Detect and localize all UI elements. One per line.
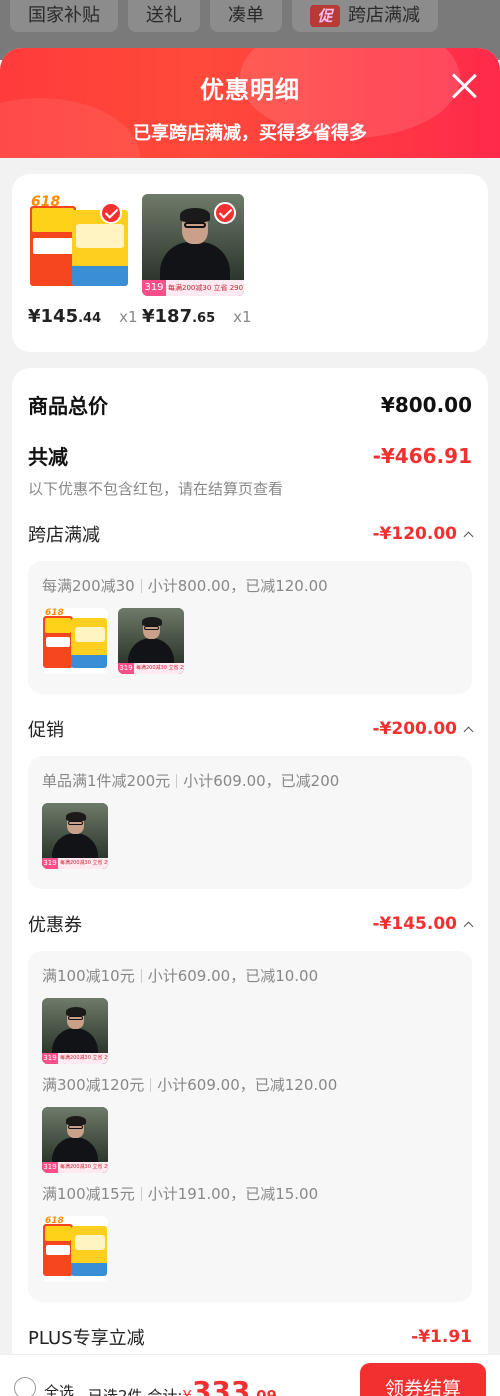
tab-gift[interactable]: 送礼 — [128, 0, 200, 32]
tab-bundle[interactable]: 凑单 — [210, 0, 282, 32]
chevron-up-icon[interactable] — [463, 726, 474, 736]
tab-cross-store[interactable]: 促跨店满减 — [292, 0, 438, 32]
product-mini-thumbnail: 319每满200减30 立省 290 — [118, 608, 184, 674]
book-cover — [72, 210, 128, 286]
coupon-group: 满100减10元 小计609.00，已减10.00 319 每满200减30 立省 … — [42, 965, 458, 1064]
discount-summary: 商品总价 ¥800.00 共减 -¥466.91 以下优惠不包含红包，请在结算页… — [12, 368, 488, 1370]
checkout-button[interactable]: 领券结算 — [360, 1363, 486, 1396]
product-mini-thumbnail: 618 — [42, 608, 108, 674]
select-all-label[interactable]: 全选 — [44, 1381, 74, 1396]
rule-text: 满300减120元 小计609.00，已减120.00 — [42, 1076, 338, 1094]
coupon-header[interactable]: 优惠券 -¥145.00 — [28, 911, 474, 937]
selected-products: 618 ¥145.44 x1 319 每满200减30 立省 290 ¥187.6… — [12, 174, 488, 352]
product-price: ¥187.65 — [142, 306, 216, 327]
tab-label: 跨店满减 — [348, 5, 420, 26]
chevron-up-icon[interactable] — [463, 531, 474, 541]
sheet-subtitle: 已享跨店满减，买得多省得多 — [133, 123, 367, 144]
chevron-up-icon[interactable] — [463, 921, 474, 931]
total-discount-value: -¥466.91 — [372, 443, 472, 468]
promotion-section: 促销 -¥200.00 单品满1件减200元 小计609.00，已减200 319… — [28, 716, 474, 889]
product-mini-thumbnail: 319每满200减30 立省 290 — [42, 1107, 108, 1173]
total-discount-label: 共减 — [28, 445, 68, 469]
rule-text: 每满200减30 小计800.00，已减120.00 — [42, 577, 328, 595]
promotion-detail: 单品满1件减200元 小计609.00，已减200 319 每满200减30 立省 … — [28, 756, 472, 889]
section-title: PLUS专享立减 — [28, 1328, 145, 1349]
close-icon[interactable] — [450, 72, 478, 100]
coupon-detail: 满100减10元 小计609.00，已减10.00 319 每满200减30 立省 … — [28, 951, 472, 1302]
book-badge: 618 — [31, 194, 61, 210]
tab-label: 国家补贴 — [28, 5, 100, 26]
price-tag: 319 每满200减30 立省 290 — [142, 280, 244, 296]
tab-label: 送礼 — [146, 5, 182, 26]
cross-store-section: 跨店满减 -¥120.00 每满200减30 小计800.00，已减120.00 … — [28, 521, 474, 694]
product-price: ¥145.44 — [28, 306, 102, 327]
checkout-bar: 全选 已选2件,合计:¥333.09 领券结算 — [0, 1354, 500, 1396]
product-mini-thumbnail: 319每满200减30 立省 290 — [42, 803, 108, 869]
sheet-header: 优惠明细 已享跨店满减，买得多省得多 — [0, 48, 500, 158]
plus-discount-row: PLUS专享立减 -¥1.91 — [28, 1324, 472, 1350]
promo-icon: 促 — [310, 5, 340, 27]
rule-text: 满100减15元 小计191.00，已减15.00 — [42, 1185, 319, 1203]
cross-store-detail: 每满200减30 小计800.00，已减120.00 618 319 每满200减3… — [28, 561, 472, 694]
sheet-title: 优惠明细 — [200, 76, 300, 104]
select-all-radio[interactable] — [14, 1377, 36, 1396]
rule-text: 满100减10元 小计609.00，已减10.00 — [42, 967, 319, 985]
selected-total: 已选2件,合计:¥333.09 — [88, 1375, 277, 1396]
product-qty: x1 — [119, 308, 138, 326]
section-title: 跨店满减 — [28, 525, 100, 546]
product-mini-thumbnail: 618 — [42, 1216, 108, 1282]
checked-icon[interactable] — [214, 202, 236, 224]
cross-store-header[interactable]: 跨店满减 -¥120.00 — [28, 521, 474, 547]
promotion-header[interactable]: 促销 -¥200.00 — [28, 716, 474, 742]
section-amount: -¥200.00 — [373, 719, 474, 739]
product-thumbnail: 319 每满200减30 立省 290 — [142, 194, 244, 296]
section-amount: -¥1.91 — [411, 1327, 472, 1347]
checked-icon[interactable] — [100, 202, 122, 224]
coupon-group: 满300减120元 小计609.00，已减120.00 319 每满200减30 立… — [42, 1074, 458, 1173]
tab-national-subsidy[interactable]: 国家补贴 — [10, 0, 118, 32]
tab-label: 凑单 — [228, 5, 264, 26]
total-price-label: 商品总价 — [28, 394, 108, 418]
coupon-group: 满100减15元 小计191.00，已减15.00 618 — [42, 1183, 458, 1282]
coupon-section: 优惠券 -¥145.00 满100减10元 小计609.00，已减10.00 31… — [28, 911, 474, 1302]
product-mini-thumbnail: 319每满200减30 立省 290 — [42, 998, 108, 1064]
product-item[interactable]: 618 ¥145.44 x1 — [28, 194, 138, 352]
discount-detail-sheet: 优惠明细 已享跨店满减，买得多省得多 618 ¥145.44 x1 319 每满… — [0, 48, 500, 1396]
section-amount: -¥145.00 — [373, 914, 474, 934]
total-price-value: ¥800.00 — [380, 392, 472, 417]
section-title: 优惠券 — [28, 915, 82, 936]
product-item[interactable]: 319 每满200减30 立省 290 ¥187.65 x1 — [142, 194, 252, 352]
book-cover — [30, 206, 76, 286]
product-thumbnail: 618 — [28, 194, 130, 296]
section-title: 促销 — [28, 720, 64, 741]
section-amount: -¥120.00 — [373, 524, 474, 544]
product-qty: x1 — [233, 308, 252, 326]
discount-hint: 以下优惠不包含红包，请在结算页查看 — [28, 480, 284, 498]
rule-text: 单品满1件减200元 小计609.00，已减200 — [42, 772, 340, 790]
